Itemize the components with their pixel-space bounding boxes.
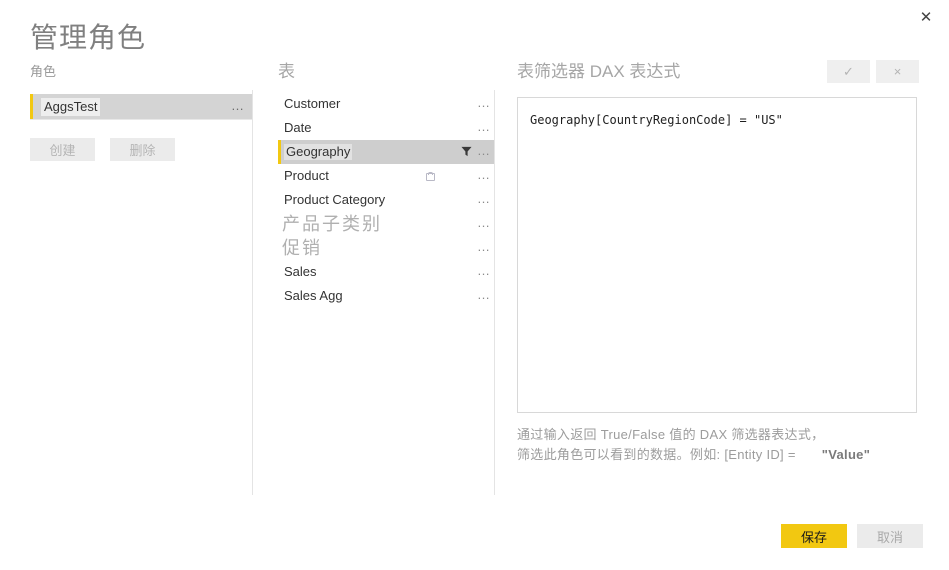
divider-roles-tables <box>252 90 253 495</box>
table-row-label: Sales Agg <box>284 288 343 303</box>
table-row[interactable]: 产品子类别 … <box>278 212 494 236</box>
table-row[interactable]: Sales Agg … <box>278 284 494 308</box>
roles-heading: 角色 <box>30 64 57 79</box>
dax-panel: 表筛选器 DAX 表达式 ✓ × Geography[CountryRegion… <box>517 60 919 465</box>
save-button[interactable]: 保存 <box>781 524 847 548</box>
close-icon: ✕ <box>919 8 933 26</box>
table-row[interactable]: Geography … <box>278 140 494 164</box>
role-item-label: AggsTest <box>41 97 101 116</box>
table-row-label: Product Category <box>284 192 386 207</box>
delete-role-button[interactable]: 删除 <box>110 138 175 161</box>
table-row[interactable]: Customer … <box>278 92 494 116</box>
page-title: 管理角色 <box>30 22 147 53</box>
table-row-label: Date <box>284 120 312 135</box>
table-row-label: 产品子类别 <box>282 213 382 234</box>
selection-accent-bar <box>278 140 281 164</box>
table-row[interactable]: Product Category … <box>278 188 494 212</box>
table-row-more-icon[interactable]: … <box>477 143 491 158</box>
table-row-label: Sales <box>284 264 317 279</box>
table-row-more-icon[interactable]: … <box>477 215 491 230</box>
table-row-more-icon[interactable]: … <box>477 263 491 278</box>
cancel-button[interactable]: 取消 <box>857 524 923 548</box>
table-badge-icon <box>426 172 435 181</box>
create-role-button[interactable]: 创建 <box>30 138 95 161</box>
filter-funnel-icon <box>461 146 472 157</box>
table-row[interactable]: Product … <box>278 164 494 188</box>
table-row-label: Customer <box>284 96 341 111</box>
accept-expression-button[interactable]: ✓ <box>827 60 870 83</box>
tables-heading: 表 <box>278 62 295 81</box>
table-row-more-icon[interactable]: … <box>477 119 491 134</box>
selection-accent-bar <box>30 94 33 119</box>
role-item-aggstest[interactable]: AggsTest … <box>30 94 252 119</box>
dax-hint-line-1: 通过输入返回 True/False 值的 DAX 筛选器表达式， <box>517 427 825 442</box>
table-row-more-icon[interactable]: … <box>477 167 491 182</box>
table-row-label: Product <box>284 168 329 183</box>
dax-action-buttons: ✓ × <box>827 60 919 83</box>
role-action-buttons: 创建 删除 <box>30 138 252 161</box>
table-row[interactable]: 促销 … <box>278 236 494 260</box>
dax-heading: 表筛选器 DAX 表达式 <box>517 62 681 81</box>
reject-expression-button[interactable]: × <box>876 60 919 83</box>
table-row-more-icon[interactable]: … <box>477 191 491 206</box>
table-row[interactable]: Sales … <box>278 260 494 284</box>
dax-header: 表筛选器 DAX 表达式 ✓ × <box>517 60 919 83</box>
tables-panel: 表 Customer… Date… Geography… Product… Produc… <box>278 62 494 308</box>
role-item-more-icon[interactable]: … <box>231 98 245 113</box>
dax-expression-text: Geography[CountryRegionCode] = "US" <box>530 113 783 127</box>
tables-list: Customer… Date… Geography… Product… Product … <box>278 92 494 308</box>
table-row-label: 促销 <box>282 237 322 258</box>
roles-list: AggsTest … <box>30 94 252 120</box>
dax-hint-line-2: 筛选此角色可以看到的数据。例如: [Entity ID] = <box>517 447 796 462</box>
divider-tables-dax <box>494 90 495 495</box>
table-row[interactable]: Date … <box>278 116 494 140</box>
close-dialog-button[interactable]: ✕ <box>903 0 949 34</box>
dax-expression-input[interactable]: Geography[CountryRegionCode] = "US" <box>517 97 917 413</box>
dax-hint-value: "Value" <box>821 447 871 462</box>
table-row-label: Geography <box>284 144 353 160</box>
table-row-more-icon[interactable]: … <box>477 239 491 254</box>
roles-panel: 角色 AggsTest … 创建 删除 <box>30 64 252 161</box>
table-row-more-icon[interactable]: … <box>477 95 491 110</box>
dialog-footer: 保存 取消 <box>781 524 923 548</box>
table-row-more-icon[interactable]: … <box>477 287 491 302</box>
dax-hint-text: 通过输入返回 True/False 值的 DAX 筛选器表达式， 筛选此角色可以… <box>517 425 917 465</box>
